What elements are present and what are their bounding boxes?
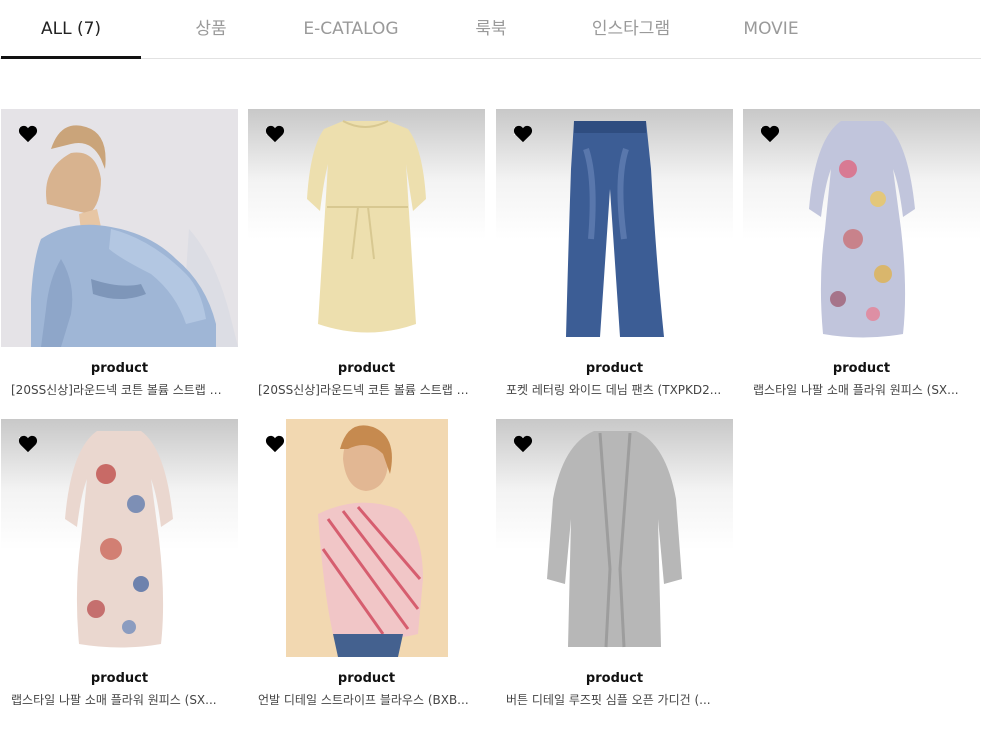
product-name[interactable]: [20SS신상]라운드넥 코튼 볼륨 스트랩 원피스 (258, 381, 478, 398)
category-tabs: ALL (7) 상품 E-CATALOG 룩북 인스타그램 MOVIE (0, 0, 981, 59)
heart-icon (760, 125, 780, 143)
product-card[interactable]: 1 product [20SS신상]라운드넥 코튼 볼륨 스트랩 원피스 (248, 109, 485, 409)
product-image[interactable]: 4 (248, 419, 485, 657)
heart-icon (18, 435, 38, 453)
product-name[interactable]: 버튼 디테일 루즈핏 심플 오픈 가디건 (... (506, 691, 726, 708)
heart-icon (513, 125, 533, 143)
product-name[interactable]: 포켓 레터링 와이드 데님 팬츠 (TXPKD2... (506, 381, 726, 398)
product-name[interactable]: 랩스타일 나팔 소매 플라워 원피스 (SX... (11, 691, 231, 708)
product-card[interactable]: 1 product [20SS신상]라운드넥 코튼 볼륨 스트랩 원피스 (1, 109, 238, 409)
heart-icon (18, 125, 38, 143)
product-image[interactable]: 11 (496, 419, 733, 657)
tab-movie[interactable]: MOVIE (701, 0, 841, 59)
tab-instagram[interactable]: 인스타그램 (561, 0, 701, 59)
product-label: product (90, 671, 149, 686)
tab-e-catalog[interactable]: E-CATALOG (281, 0, 421, 59)
heart-icon (265, 125, 285, 143)
product-label: product (832, 361, 891, 376)
tab-products[interactable]: 상품 (141, 0, 281, 59)
like-badge[interactable]: 7 (18, 435, 38, 453)
product-name[interactable]: [20SS신상]라운드넥 코튼 볼륨 스트랩 원피스 (11, 381, 231, 398)
tab-lookbook[interactable]: 룩북 (421, 0, 561, 59)
tab-all[interactable]: ALL (7) (1, 0, 141, 59)
product-name[interactable]: 랩스타일 나팔 소매 플라워 원피스 (SX... (753, 381, 973, 398)
product-image[interactable]: 2 (496, 109, 733, 347)
like-badge[interactable]: 7 (760, 125, 780, 143)
product-card[interactable]: 2 product 포켓 레터링 와이드 데님 팬츠 (TXPKD2... (496, 109, 733, 409)
like-badge[interactable]: 1 (265, 125, 285, 143)
heart-icon (513, 435, 533, 453)
product-card[interactable]: 7 product 랩스타일 나팔 소매 플라워 원피스 (SX... (743, 109, 980, 409)
product-image[interactable]: 7 (743, 109, 980, 347)
like-badge[interactable]: 4 (265, 435, 285, 453)
product-card[interactable]: 11 product 버튼 디테일 루즈핏 심플 오픈 가디건 (... (496, 419, 733, 719)
like-badge[interactable]: 1 (18, 125, 38, 143)
product-image[interactable]: 1 (1, 109, 238, 347)
product-label: product (90, 361, 149, 376)
product-label: product (585, 671, 644, 686)
product-card[interactable]: 7 product 랩스타일 나팔 소매 플라워 원피스 (SX... (1, 419, 238, 719)
like-badge[interactable]: 2 (513, 125, 533, 143)
product-label: product (337, 361, 396, 376)
product-name[interactable]: 언발 디테일 스트라이프 블라우스 (BXB... (258, 691, 478, 708)
product-label: product (337, 671, 396, 686)
product-image[interactable]: 7 (1, 419, 238, 657)
product-card[interactable]: 4 product 언발 디테일 스트라이프 블라우스 (BXB... (248, 419, 485, 719)
product-label: product (585, 361, 644, 376)
like-badge[interactable]: 11 (513, 435, 533, 453)
product-image[interactable]: 1 (248, 109, 485, 347)
heart-icon (265, 435, 285, 453)
